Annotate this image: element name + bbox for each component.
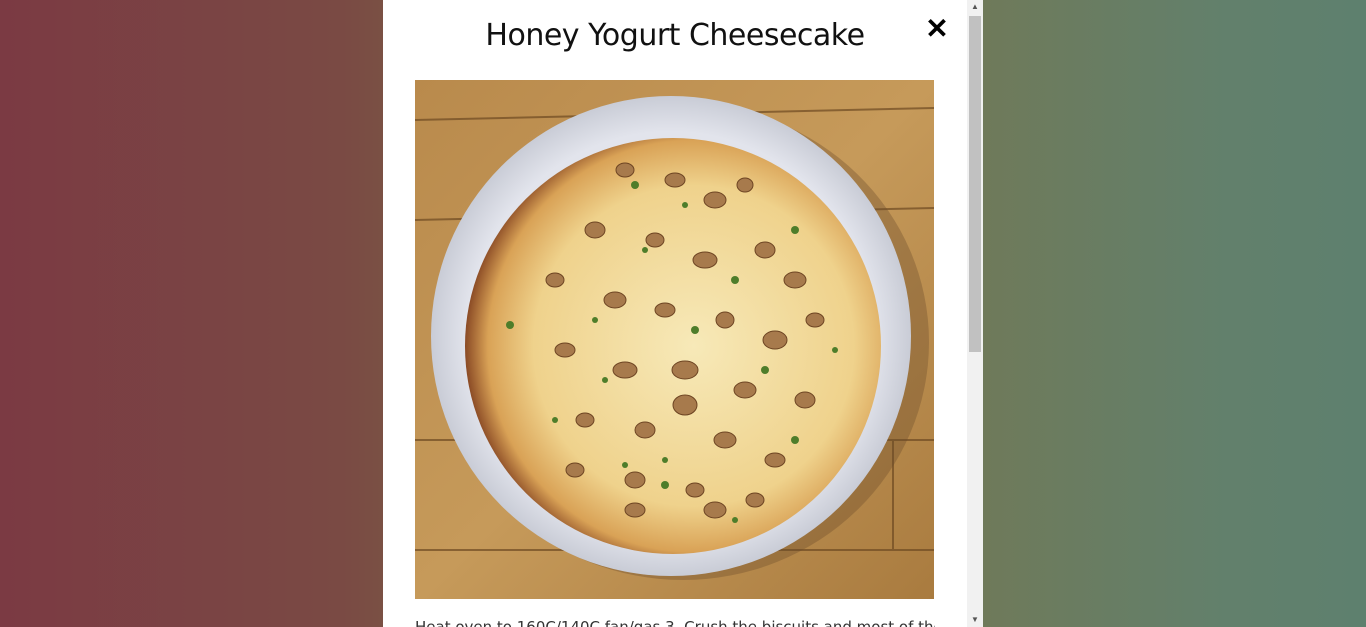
scroll-up-arrow-icon[interactable]: ▲ [967,0,983,14]
recipe-image [415,80,934,599]
scroll-down-arrow-icon[interactable]: ▼ [967,613,983,627]
scrollbar[interactable]: ▲ ▼ [967,0,983,627]
recipe-instructions: Heat oven to 160C/140C fan/gas 3. Crush … [415,618,935,627]
scrollbar-thumb[interactable] [969,16,981,352]
recipe-modal: Honey Yogurt Cheesecake ✕ Heat oven to 1… [383,0,967,627]
close-button[interactable]: ✕ [923,14,951,44]
modal-title: Honey Yogurt Cheesecake [485,18,865,53]
